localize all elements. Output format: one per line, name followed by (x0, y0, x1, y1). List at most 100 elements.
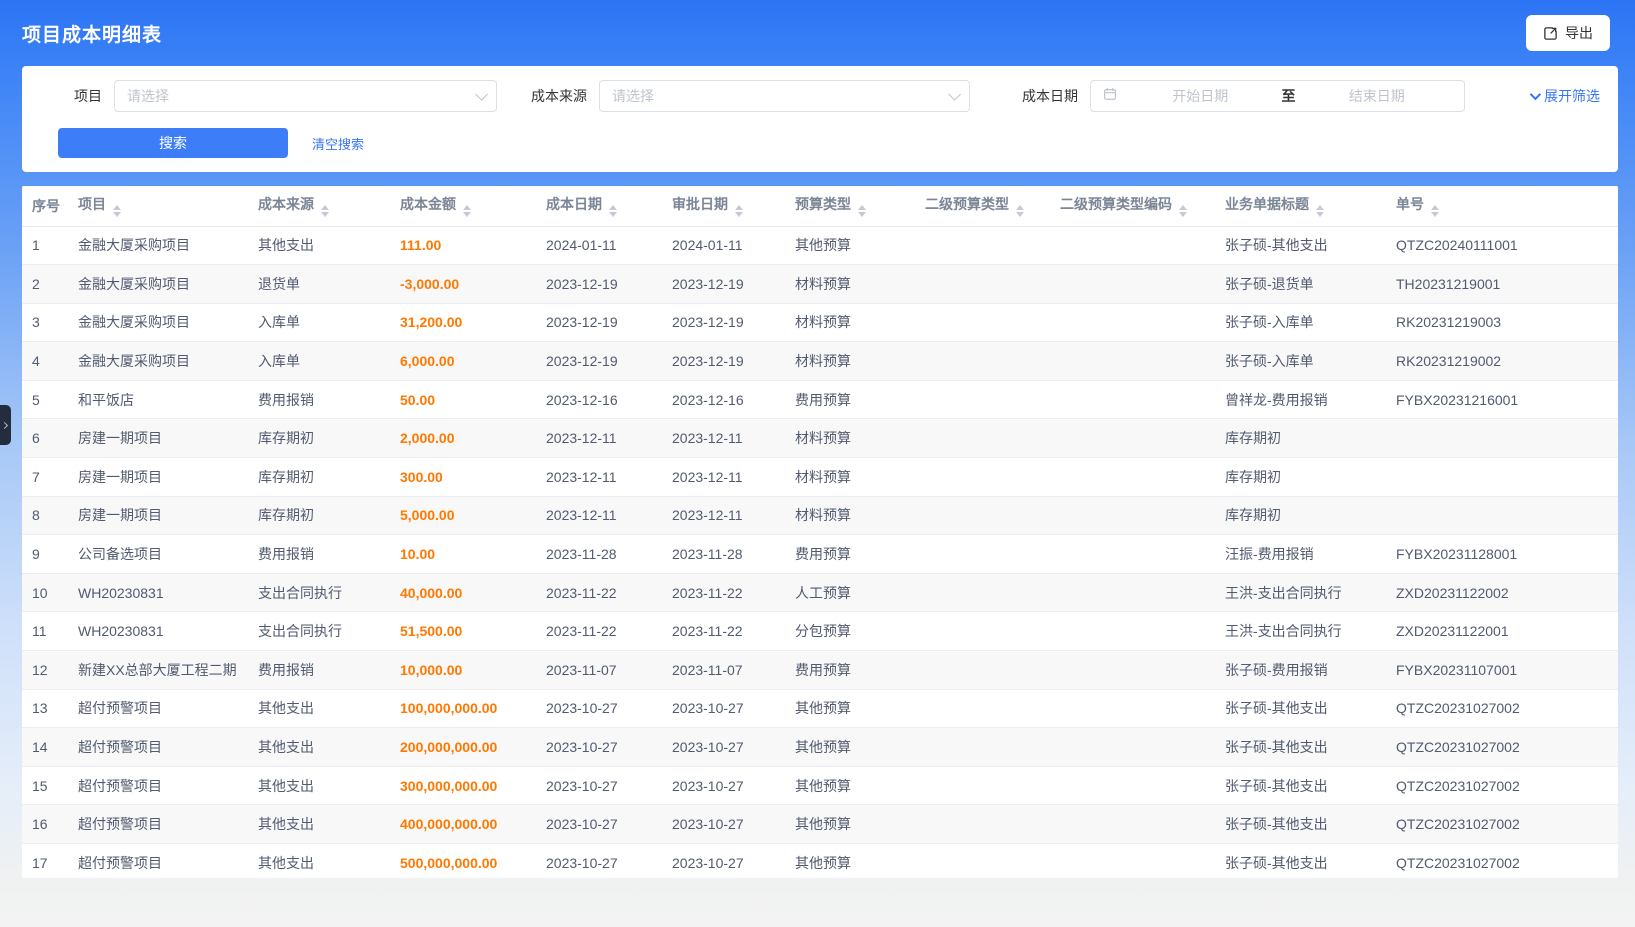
column-header-approval_date[interactable]: 审批日期 (662, 186, 785, 226)
cell-index: 7 (22, 458, 68, 497)
source-select[interactable]: 请选择 (599, 80, 970, 112)
cell-source: 其他支出 (248, 844, 390, 879)
table-row: 13超付预警项目其他支出100,000,000.002023-10-272023… (22, 689, 1618, 728)
cell-doc_no: ZXD20231122001 (1386, 612, 1618, 651)
cell-cost_date: 2023-11-07 (536, 651, 662, 690)
cell-sub_budget_code (1050, 844, 1215, 879)
cell-approval_date: 2023-12-16 (662, 380, 785, 419)
sort-icon[interactable] (1431, 205, 1439, 217)
cell-doc_title: 张子硕-其他支出 (1215, 844, 1386, 879)
cell-approval_date: 2023-11-22 (662, 612, 785, 651)
sort-icon[interactable] (1179, 205, 1187, 217)
cell-project: 房建一期项目 (68, 419, 248, 458)
cell-amount: 111.00 (390, 226, 536, 265)
cell-source: 支出合同执行 (248, 573, 390, 612)
cell-doc_title: 张子硕-其他支出 (1215, 805, 1386, 844)
cell-approval_date: 2023-11-22 (662, 573, 785, 612)
cell-cost_date: 2023-11-22 (536, 612, 662, 651)
cell-sub_budget_type (915, 226, 1050, 265)
cell-budget_type: 费用预算 (785, 651, 915, 690)
cell-doc_title: 王洪-支出合同执行 (1215, 612, 1386, 651)
sort-icon[interactable] (1316, 205, 1324, 217)
cell-doc_title: 库存期初 (1215, 458, 1386, 497)
cell-budget_type: 材料预算 (785, 458, 915, 497)
cell-sub_budget_type (915, 805, 1050, 844)
cell-project: 超付预警项目 (68, 805, 248, 844)
start-date-input[interactable]: 开始日期 (1125, 86, 1276, 106)
column-header-project[interactable]: 项目 (68, 186, 248, 226)
cell-doc_title: 张子硕-入库单 (1215, 303, 1386, 342)
cell-sub_budget_code (1050, 535, 1215, 574)
cell-amount: -3,000.00 (390, 265, 536, 304)
cell-approval_date: 2024-01-11 (662, 226, 785, 265)
sort-icon[interactable] (463, 205, 471, 217)
cell-doc_title: 曾祥龙-费用报销 (1215, 380, 1386, 419)
cell-index: 8 (22, 496, 68, 535)
cell-doc_no: QTZC20231027002 (1386, 805, 1618, 844)
cell-doc_title: 张子硕-其他支出 (1215, 728, 1386, 767)
cell-sub_budget_code (1050, 380, 1215, 419)
date-range-separator: 至 (1276, 86, 1302, 106)
page-title: 项目成本明细表 (22, 20, 162, 47)
table-row: 5和平饭店费用报销50.002023-12-162023-12-16费用预算曾祥… (22, 380, 1618, 419)
cell-cost_date: 2023-12-16 (536, 380, 662, 419)
cell-sub_budget_type (915, 380, 1050, 419)
column-header-doc_title[interactable]: 业务单据标题 (1215, 186, 1386, 226)
cost-date-range-picker[interactable]: 开始日期 至 结束日期 (1090, 80, 1465, 112)
cell-sub_budget_type (915, 766, 1050, 805)
export-icon (1543, 26, 1558, 41)
column-header-amount[interactable]: 成本金额 (390, 186, 536, 226)
cell-sub_budget_type (915, 496, 1050, 535)
sort-icon[interactable] (609, 205, 617, 217)
cell-doc_no: FYBX20231128001 (1386, 535, 1618, 574)
cell-sub_budget_type (915, 844, 1050, 879)
cell-sub_budget_type (915, 458, 1050, 497)
expand-filters-link[interactable]: 展开筛选 (1530, 86, 1600, 106)
column-header-budget_type[interactable]: 预算类型 (785, 186, 915, 226)
sort-icon[interactable] (321, 205, 329, 217)
export-button[interactable]: 导出 (1526, 15, 1610, 51)
cell-project: 和平饭店 (68, 380, 248, 419)
export-button-label: 导出 (1565, 23, 1593, 43)
source-filter-label: 成本来源 (525, 86, 587, 106)
clear-search-link[interactable]: 清空搜索 (312, 134, 364, 153)
column-header-sub_budget_code[interactable]: 二级预算类型编码 (1050, 186, 1215, 226)
table-row: 2金融大厦采购项目退货单-3,000.002023-12-192023-12-1… (22, 265, 1618, 304)
table-row: 8房建一期项目库存期初5,000.002023-12-112023-12-11材… (22, 496, 1618, 535)
cell-doc_no: QTZC20231027002 (1386, 728, 1618, 767)
cell-amount: 200,000,000.00 (390, 728, 536, 767)
search-button[interactable]: 搜索 (58, 128, 288, 158)
cell-doc_no: RK20231219002 (1386, 342, 1618, 381)
cell-index: 12 (22, 651, 68, 690)
column-header-sub_budget_type[interactable]: 二级预算类型 (915, 186, 1050, 226)
cell-approval_date: 2023-10-27 (662, 689, 785, 728)
cell-cost_date: 2023-12-19 (536, 265, 662, 304)
project-select[interactable]: 请选择 (114, 80, 497, 112)
cell-index: 5 (22, 380, 68, 419)
cell-budget_type: 其他预算 (785, 689, 915, 728)
column-label: 二级预算类型编码 (1060, 196, 1172, 212)
cell-budget_type: 材料预算 (785, 265, 915, 304)
cell-approval_date: 2023-11-07 (662, 651, 785, 690)
cell-project: WH20230831 (68, 573, 248, 612)
sort-icon[interactable] (113, 205, 121, 217)
column-label: 预算类型 (795, 196, 851, 212)
end-date-input[interactable]: 结束日期 (1302, 86, 1453, 106)
cell-doc_title: 张子硕-其他支出 (1215, 766, 1386, 805)
sort-icon[interactable] (735, 205, 743, 217)
sort-icon[interactable] (1016, 205, 1024, 217)
column-label: 二级预算类型 (925, 196, 1009, 212)
cell-sub_budget_code (1050, 226, 1215, 265)
cell-doc_no: QTZC20231027002 (1386, 766, 1618, 805)
drawer-handle[interactable] (0, 405, 11, 445)
column-header-doc_no[interactable]: 单号 (1386, 186, 1618, 226)
table-row: 9公司备选项目费用报销10.002023-11-282023-11-28费用预算… (22, 535, 1618, 574)
cell-doc_no: TH20231219001 (1386, 265, 1618, 304)
table-row: 15超付预警项目其他支出300,000,000.002023-10-272023… (22, 766, 1618, 805)
column-header-cost_date[interactable]: 成本日期 (536, 186, 662, 226)
cell-doc_title: 张子硕-其他支出 (1215, 689, 1386, 728)
cell-doc_no: FYBX20231216001 (1386, 380, 1618, 419)
column-header-source[interactable]: 成本来源 (248, 186, 390, 226)
cell-budget_type: 费用预算 (785, 380, 915, 419)
sort-icon[interactable] (858, 205, 866, 217)
